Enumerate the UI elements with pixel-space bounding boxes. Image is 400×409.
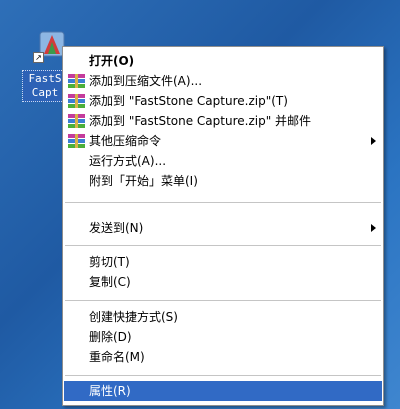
context-menu: 打开(O) 添加到压缩文件(A)... 添加到 "FastStone Captu… bbox=[62, 46, 384, 406]
menu-item-send-to[interactable]: 发送到(N) bbox=[64, 218, 382, 238]
menu-item-properties[interactable]: 属性(R) bbox=[64, 381, 382, 401]
menu-item-label: 打开(O) bbox=[89, 54, 135, 68]
menu-item-label: 删除(D) bbox=[89, 330, 132, 344]
menu-item-copy[interactable]: 复制(C) bbox=[64, 272, 382, 292]
menu-item-label: 剪切(T) bbox=[89, 255, 130, 269]
menu-item-label: 其他压缩命令 bbox=[89, 134, 162, 148]
menu-separator bbox=[65, 375, 381, 376]
menu-item-label: 添加到 "FastStone Capture.zip"(T) bbox=[89, 94, 288, 108]
menu-item-label: 重命名(M) bbox=[89, 350, 145, 364]
desktop-icon-label-line2: Capt bbox=[31, 86, 59, 99]
menu-item-add-to-archive[interactable]: 添加到压缩文件(A)... bbox=[64, 71, 382, 91]
menu-item-create-shortcut[interactable]: 创建快捷方式(S) bbox=[64, 307, 382, 327]
winrar-archive-icon bbox=[68, 94, 85, 108]
shortcut-arrow-icon: ↗ bbox=[33, 52, 44, 63]
menu-item-open[interactable]: 打开(O) bbox=[64, 51, 382, 71]
menu-item-label: 创建快捷方式(S) bbox=[89, 310, 178, 324]
menu-separator bbox=[65, 245, 381, 246]
menu-item-other-compress-commands[interactable]: 其他压缩命令 bbox=[64, 131, 382, 151]
winrar-archive-icon bbox=[68, 74, 85, 88]
menu-item-pin-to-start[interactable]: 附到「开始」菜单(I) bbox=[64, 171, 382, 191]
menu-item-delete[interactable]: 删除(D) bbox=[64, 327, 382, 347]
winrar-archive-icon bbox=[68, 114, 85, 128]
menu-item-rename[interactable]: 重命名(M) bbox=[64, 347, 382, 367]
menu-item-run-as[interactable]: 运行方式(A)... bbox=[64, 151, 382, 171]
menu-item-label: 运行方式(A)... bbox=[89, 154, 167, 168]
desktop-icon-label-line1: FastS bbox=[28, 72, 62, 85]
menu-separator bbox=[65, 300, 381, 301]
menu-separator bbox=[65, 202, 381, 203]
submenu-arrow-icon bbox=[371, 137, 376, 145]
submenu-arrow-icon bbox=[371, 224, 376, 232]
menu-item-label: 添加到 "FastStone Capture.zip" 并邮件 bbox=[89, 114, 312, 128]
menu-item-label: 属性(R) bbox=[89, 384, 131, 398]
menu-item-label: 复制(C) bbox=[89, 275, 131, 289]
menu-item-add-to-zip-and-email[interactable]: 添加到 "FastStone Capture.zip" 并邮件 bbox=[64, 111, 382, 131]
menu-item-add-to-zip[interactable]: 添加到 "FastStone Capture.zip"(T) bbox=[64, 91, 382, 111]
menu-item-label: 发送到(N) bbox=[89, 221, 144, 235]
winrar-archive-icon bbox=[68, 134, 85, 148]
menu-item-label: 附到「开始」菜单(I) bbox=[89, 174, 198, 188]
menu-item-label: 添加到压缩文件(A)... bbox=[89, 74, 203, 88]
menu-item-cut[interactable]: 剪切(T) bbox=[64, 252, 382, 272]
